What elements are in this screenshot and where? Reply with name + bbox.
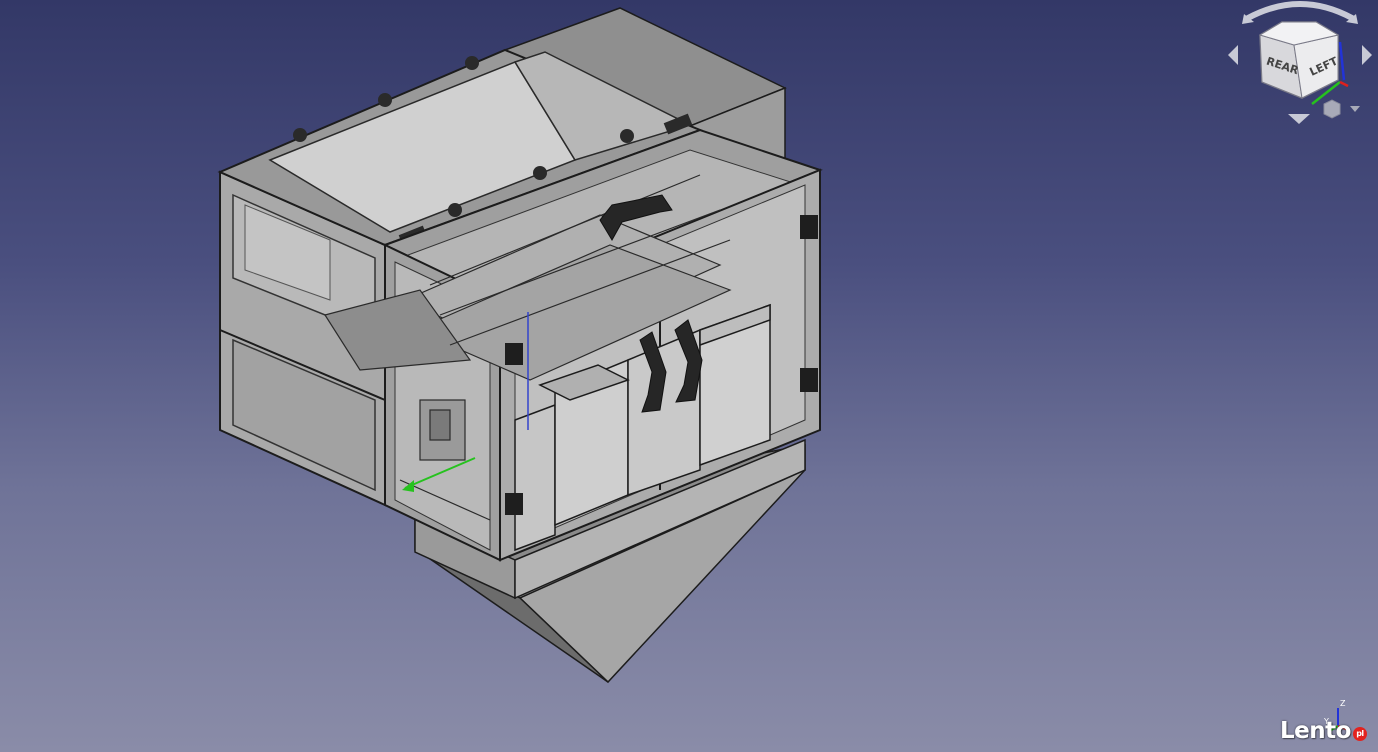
- cube-axis-z: [1338, 41, 1346, 81]
- machine-model[interactable]: [0, 0, 1378, 752]
- view-menu-dropdown-icon[interactable]: [1350, 106, 1360, 112]
- orbit-arc-icon[interactable]: [1245, 1, 1355, 21]
- cube-faces[interactable]: REAR LEFT: [1258, 21, 1340, 99]
- rotate-right-arrow-icon[interactable]: [1362, 45, 1372, 65]
- navigation-cube[interactable]: REAR LEFT: [1222, 0, 1378, 135]
- watermark-brand: Lento: [1280, 718, 1351, 744]
- axis-z-label: Z: [1340, 699, 1346, 708]
- cube-axis-x: [1339, 80, 1349, 88]
- watermark-tld: pl: [1352, 727, 1367, 741]
- rotate-down-arrow-icon[interactable]: [1288, 114, 1310, 124]
- view-menu-cube-icon[interactable]: [1323, 99, 1341, 119]
- lento-watermark: Lento pl: [1280, 714, 1367, 748]
- 3d-viewport[interactable]: REAR LEFT Z Y Lento pl: [0, 0, 1378, 752]
- rotate-left-arrow-icon[interactable]: [1228, 45, 1238, 65]
